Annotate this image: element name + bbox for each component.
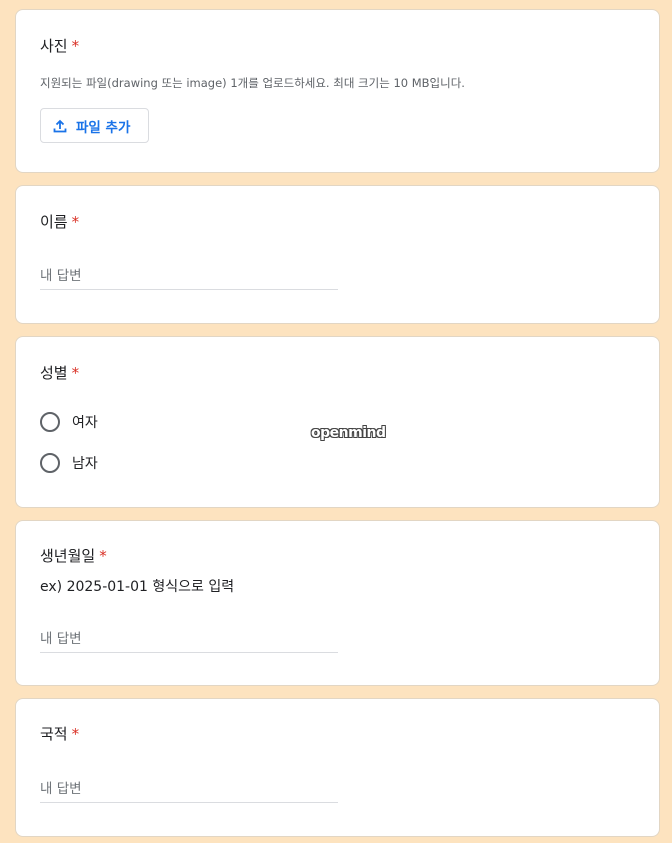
photo-title-text: 사진 [40, 37, 68, 55]
required-asterisk: * [71, 364, 80, 382]
gender-question-card: 성별 * 여자 남자 [15, 336, 660, 508]
upload-hint: 지원되는 파일(drawing 또는 image) 1개를 업로드하세요. 최대… [40, 76, 465, 90]
required-asterisk: * [71, 213, 80, 231]
name-input[interactable] [40, 263, 338, 290]
name-question-title: 이름 * [40, 212, 79, 232]
gender-option-female[interactable]: 여자 [40, 410, 98, 434]
birthdate-input[interactable] [40, 626, 338, 653]
upload-icon [53, 119, 67, 132]
nationality-title-text: 국적 [40, 725, 68, 743]
birthdate-description: ex) 2025-01-01 형식으로 입력 [40, 579, 235, 595]
name-title-text: 이름 [40, 213, 68, 231]
birthdate-question-title: 생년월일 * [40, 546, 107, 566]
nationality-question-card: 국적 * [15, 698, 660, 837]
required-asterisk: * [71, 725, 80, 743]
birthdate-question-card: 생년월일 * ex) 2025-01-01 형식으로 입력 [15, 520, 660, 686]
photo-question-card: 사진 * 지원되는 파일(drawing 또는 image) 1개를 업로드하세요… [15, 9, 660, 173]
required-asterisk: * [99, 547, 107, 565]
photo-question-title: 사진 * [40, 36, 79, 56]
nationality-input[interactable] [40, 776, 338, 803]
gender-option-label: 여자 [72, 415, 98, 431]
watermark-text: openmind [311, 425, 386, 441]
required-asterisk: * [71, 37, 80, 55]
gender-question-title: 성별 * [40, 363, 79, 383]
birthdate-title-text: 생년월일 [40, 547, 96, 565]
name-question-card: 이름 * [15, 185, 660, 324]
radio-button[interactable] [40, 453, 60, 473]
gender-title-text: 성별 [40, 364, 68, 382]
nationality-question-title: 국적 * [40, 724, 79, 744]
gender-option-label: 남자 [72, 456, 98, 472]
add-file-label: 파일 추가 [76, 119, 131, 136]
add-file-button[interactable]: 파일 추가 [40, 108, 149, 143]
radio-button[interactable] [40, 412, 60, 432]
gender-option-male[interactable]: 남자 [40, 451, 98, 475]
